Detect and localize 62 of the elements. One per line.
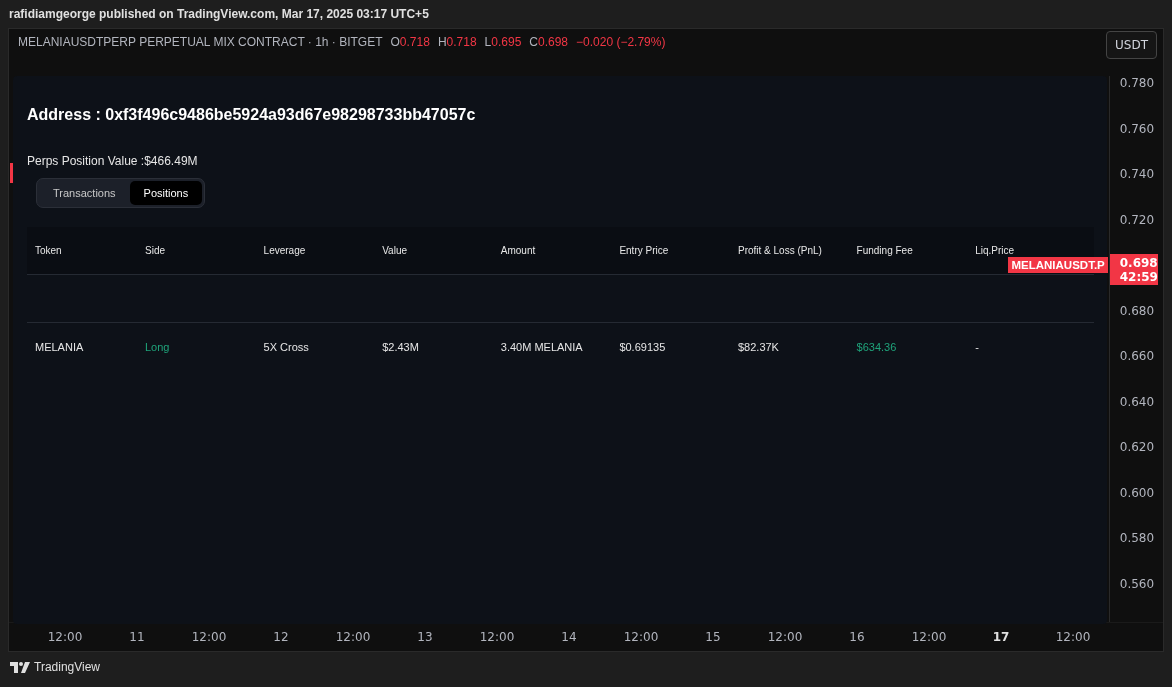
price-label: 0.740 [1119, 167, 1155, 181]
price-label: 0.780 [1119, 76, 1155, 90]
table-cell-text: 5X Cross [263, 341, 310, 353]
time-label: 11 [128, 630, 146, 644]
price-change: −0.020 (−2.79%) [576, 35, 666, 49]
table-cell-text: $82.37K [737, 341, 780, 353]
time-label: 13 [416, 630, 434, 644]
time-label: 16 [848, 630, 866, 644]
time-label: 12:00 [1054, 630, 1092, 644]
table-cell-text: $0.69135 [619, 341, 667, 353]
time-label: 12:00 [766, 630, 804, 644]
time-label: 12:00 [334, 630, 372, 644]
price-label: 0.560 [1119, 576, 1155, 591]
symbol-title: MELANIAUSDTPERP PERPETUAL MIX CONTRACT · 1h · BITGET [18, 35, 383, 49]
wallet-address: Address : 0xf3f496c9486be5924a93d67e98298733bb47057c [27, 106, 477, 124]
column-header: Amount [500, 245, 537, 256]
price-label: 0.600 [1119, 485, 1155, 500]
time-label: 12:00 [46, 630, 84, 644]
column-header: Entry Price [619, 245, 670, 256]
column-header: Token [35, 245, 63, 256]
price-label: 0.660 [1119, 349, 1155, 363]
time-label: 12:00 [478, 630, 516, 644]
time-label: 12:00 [910, 630, 948, 644]
tab[interactable]: Transactions [39, 181, 130, 205]
publisher-caption: rafidiamgeorge published on TradingView.com, Mar 17, 2025 03:17 UTC+5 [8, 6, 430, 23]
brand-name: TradingView [34, 660, 101, 674]
ohlc-value: O0.718 [390, 35, 430, 49]
current-price: 0.698 [1119, 256, 1158, 270]
ohlc-value: C0.698 [529, 35, 568, 49]
time-label: 12:00 [190, 630, 228, 644]
table-cell-text: 3.40M MELANIA [500, 341, 584, 353]
column-header: Liq.Price [975, 245, 1016, 256]
ohlc-value: H0.718 [437, 35, 477, 49]
tab[interactable]: Positions [129, 181, 203, 205]
tradingview-logo-icon [10, 661, 30, 673]
symbol-tag: MELANIAUSDT.P [1008, 257, 1108, 273]
time-label: 17 [991, 630, 1011, 644]
time-label: 12 [272, 630, 290, 644]
price-label: 0.680 [1119, 303, 1155, 318]
time-label: 14 [560, 630, 578, 644]
column-header: Leverage [263, 245, 307, 256]
table-cell-text: MELANIA [35, 341, 85, 353]
table-cell-text: $634.36 [856, 341, 898, 353]
candle-mark [10, 163, 13, 183]
column-header: Side [145, 245, 166, 256]
currency-button[interactable]: USDT [1106, 31, 1157, 59]
column-header: Value [382, 245, 409, 256]
price-label: 0.620 [1119, 440, 1155, 454]
bar-countdown: 42:59 [1119, 270, 1158, 284]
ohlc-value: L0.695 [484, 35, 522, 49]
price-label: 0.720 [1119, 212, 1155, 227]
price-label: 0.640 [1119, 394, 1155, 409]
time-label: 12:00 [622, 630, 660, 644]
time-label: 15 [704, 630, 722, 644]
price-label: 0.580 [1119, 531, 1155, 545]
column-header: Funding Fee [856, 245, 914, 256]
position-value: Perps Position Value :$466.49M [27, 154, 199, 168]
table-cell-text: $2.43M [382, 341, 420, 353]
table-cell-text: Long [145, 341, 171, 353]
price-label: 0.760 [1119, 121, 1155, 136]
column-header: Profit & Loss (PnL) [737, 245, 823, 256]
table-cell-text: - [975, 341, 980, 353]
